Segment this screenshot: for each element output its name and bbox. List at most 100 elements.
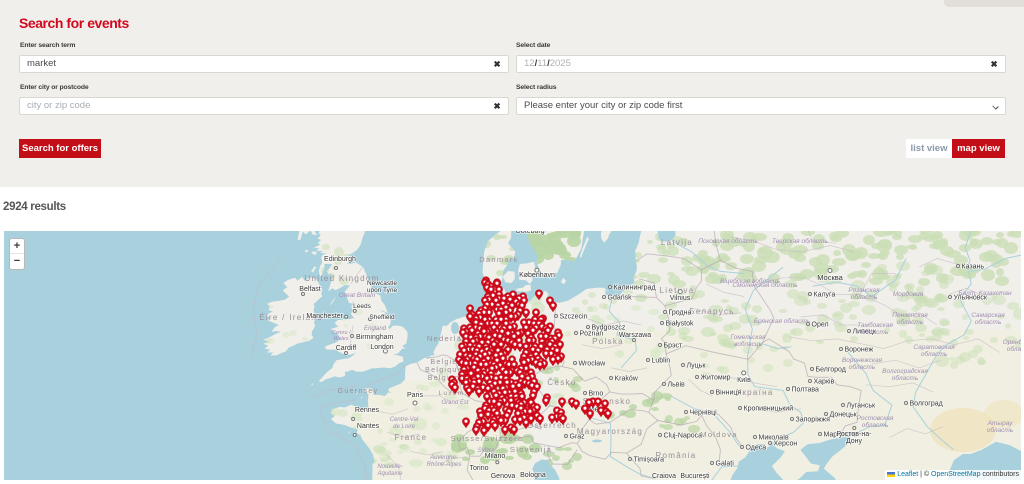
svg-text:Брэст: Брэст <box>664 343 684 350</box>
svg-text:Grand Est: Grand Est <box>441 400 468 406</box>
svg-text:Львів: Львів <box>668 381 686 389</box>
svg-text:вобласць: вобласць <box>734 340 763 348</box>
svg-text:область: область <box>921 350 948 358</box>
svg-text:область: область <box>987 426 1014 434</box>
svg-text:область: область <box>849 363 876 371</box>
svg-text:Centre-Val: Centre-Val <box>390 417 419 423</box>
svg-text:Казань: Казань <box>962 264 985 271</box>
svg-text:Оренбу: Оренбу <box>1003 338 1021 346</box>
svg-text:Göteborg: Göteborg <box>515 231 544 235</box>
svg-text:Москва: Москва <box>817 273 843 282</box>
svg-text:Belfast: Belfast <box>299 286 320 293</box>
svg-text:København: København <box>519 272 555 279</box>
svg-text:Guernsey: Guernsey <box>338 388 379 395</box>
svg-text:Мордовия: Мордовия <box>893 290 924 298</box>
svg-text:Lublin: Lublin <box>652 358 671 365</box>
svg-text:Bologna: Bologna <box>520 472 546 479</box>
svg-text:область: область <box>892 374 919 382</box>
svg-text:Кропивницький: Кропивницький <box>744 405 794 413</box>
svg-text:Харків: Харків <box>814 378 835 386</box>
svg-text:Луцьк: Луцьк <box>687 363 707 370</box>
svg-text:Belgique: Belgique <box>425 367 463 374</box>
svg-text:Auvergne-: Auvergne- <box>429 455 458 461</box>
svg-text:Житомир: Житомир <box>701 375 731 382</box>
svg-text:Szczecin: Szczecin <box>560 314 588 321</box>
svg-text:Manchester: Manchester <box>306 313 343 320</box>
svg-text:Тверская область: Тверская область <box>772 237 829 245</box>
svg-text:Wales: Wales <box>333 336 348 342</box>
svg-text:Magyarország: Magyarország <box>577 427 643 436</box>
svg-text:Milano: Milano <box>485 453 506 460</box>
svg-text:Беларусь: Беларусь <box>689 307 734 316</box>
svg-text:Poznań: Poznań <box>580 331 604 338</box>
svg-text:Псковская область: Псковская область <box>698 237 758 245</box>
svg-text:upon Tyne: upon Tyne <box>367 287 398 294</box>
svg-text:Полтава: Полтава <box>792 387 820 394</box>
svg-text:de Loire: de Loire <box>393 424 415 430</box>
svg-text:Rhône-Alpes: Rhône-Alpes <box>427 462 462 468</box>
svg-text:Воронежская: Воронежская <box>842 357 883 364</box>
svg-text:Гродна: Гродна <box>669 310 692 317</box>
svg-text:Cardiff: Cardiff <box>336 345 357 352</box>
svg-text:Київ: Київ <box>737 377 751 384</box>
svg-text:Suisse/Svizzera: Suisse/Svizzera <box>451 434 524 443</box>
svg-text:Пензенская: Пензенская <box>892 312 928 319</box>
svg-text:Białystok: Białystok <box>666 321 695 328</box>
svg-text:обла: обла <box>1007 345 1021 353</box>
svg-text:France: France <box>395 433 428 442</box>
svg-text:Запоріжжя: Запоріжжя <box>796 416 831 424</box>
svg-text:Latvija: Latvija <box>661 238 693 247</box>
svg-text:London: London <box>370 344 393 351</box>
svg-text:Балт. Казахстан: Балт. Казахстан <box>958 290 1012 297</box>
svg-text:Белгород: Белгород <box>816 367 846 374</box>
svg-text:Калуга: Калуга <box>814 292 836 299</box>
svg-text:область: область <box>851 293 878 301</box>
svg-text:Вінниця: Вінниця <box>716 389 742 397</box>
svg-text:Timișoara: Timișoara <box>634 457 665 464</box>
svg-text:Чернівці: Чернівці <box>690 409 718 417</box>
svg-text:Bydgoszcz: Bydgoszcz <box>592 325 626 332</box>
svg-text:Одеса: Одеса <box>746 445 767 452</box>
svg-text:область: область <box>862 328 889 336</box>
svg-text:Ростовская: Ростовская <box>857 415 894 422</box>
svg-text:Gdańsk: Gdańsk <box>608 295 633 302</box>
svg-text:Віцебская вобласць: Віцебская вобласць <box>720 277 781 285</box>
svg-text:Brno: Brno <box>589 391 604 398</box>
svg-text:België: België <box>430 359 457 366</box>
svg-text:область: область <box>862 421 889 429</box>
svg-text:Воронеж: Воронеж <box>845 347 874 354</box>
svg-text:Lietuva: Lietuva <box>660 286 695 295</box>
svg-text:Дону: Дону <box>846 438 863 445</box>
svg-text:Херсон: Херсон <box>774 441 798 448</box>
svg-text:Nouvelle-: Nouvelle- <box>377 464 402 470</box>
svg-text:Craiova: Craiova <box>652 473 676 480</box>
svg-text:England: England <box>364 326 387 332</box>
svg-text:Newcastle: Newcastle <box>367 280 397 287</box>
svg-text:Rennes: Rennes <box>355 407 380 414</box>
svg-text:Тамбовская: Тамбовская <box>857 321 893 329</box>
svg-text:Калининград: Калининград <box>614 285 656 292</box>
svg-text:Vilnius: Vilnius <box>670 295 691 302</box>
svg-text:Genova: Genova <box>491 473 516 480</box>
svg-text:Брянская область: Брянская область <box>754 317 811 325</box>
svg-text:Волгоград: Волгоград <box>910 401 943 408</box>
svg-text:Graz: Graz <box>570 434 586 441</box>
svg-text:Ростов-на-: Ростов-на- <box>837 431 873 438</box>
svg-text:Danmark: Danmark <box>479 255 519 264</box>
svg-text:Самарская: Самарская <box>971 312 1005 319</box>
svg-text:Гомельская: Гомельская <box>730 334 766 341</box>
svg-text:Атырау: Атырау <box>987 420 1014 427</box>
svg-text:Cluj-Napoca: Cluj-Napoca <box>664 433 703 440</box>
svg-text:Edinburgh: Edinburgh <box>324 256 356 263</box>
svg-text:Aquitaine: Aquitaine <box>376 471 403 477</box>
svg-text:Galați: Galați <box>716 461 735 468</box>
svg-text:Nantes: Nantes <box>357 423 380 430</box>
svg-text:Рязанская: Рязанская <box>848 287 880 294</box>
svg-text:область: область <box>897 318 924 326</box>
svg-text:Луганськ: Луганськ <box>847 403 876 410</box>
svg-text:Саратовская: Саратовская <box>913 344 955 351</box>
svg-text:Kraków: Kraków <box>615 376 639 383</box>
svg-text:Warszawa: Warszawa <box>619 332 652 339</box>
svg-text:Wrocław: Wrocław <box>579 361 607 368</box>
svg-text:Moldova: Moldova <box>700 430 737 439</box>
